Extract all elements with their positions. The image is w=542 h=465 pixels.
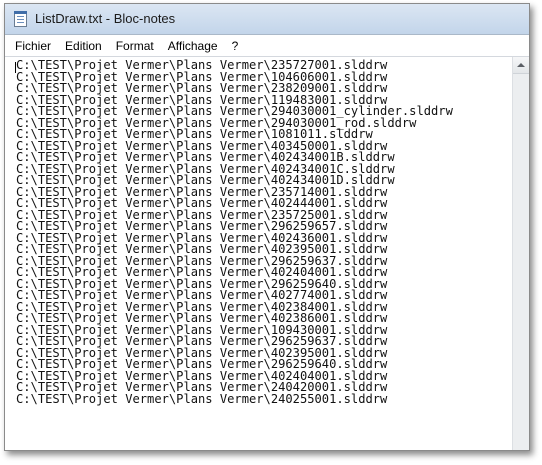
text-caret (15, 62, 16, 73)
menu-bar: Fichier Edition Format Affichage ? (5, 35, 529, 57)
text-line: C:\TEST\Projet Vermer\Plans Vermer\24025… (16, 391, 388, 406)
scroll-up-arrow-icon[interactable] (513, 57, 529, 74)
menu-affichage[interactable]: Affichage (162, 37, 224, 55)
menu-help[interactable]: ? (226, 37, 245, 55)
notepad-window: ListDraw.txt - Bloc-notes Fichier Editio… (4, 3, 530, 451)
menu-format[interactable]: Format (110, 37, 160, 55)
menu-edition[interactable]: Edition (59, 37, 108, 55)
window-title: ListDraw.txt - Bloc-notes (35, 11, 176, 26)
notepad-icon (14, 11, 27, 27)
text-editor[interactable]: C:\TEST\Projet Vermer\Plans Vermer\23572… (5, 57, 513, 450)
text-content[interactable]: C:\TEST\Projet Vermer\Plans Vermer\23572… (5, 57, 513, 405)
menu-fichier[interactable]: Fichier (9, 37, 57, 55)
vertical-scrollbar[interactable] (512, 57, 529, 450)
title-bar[interactable]: ListDraw.txt - Bloc-notes (5, 4, 529, 35)
